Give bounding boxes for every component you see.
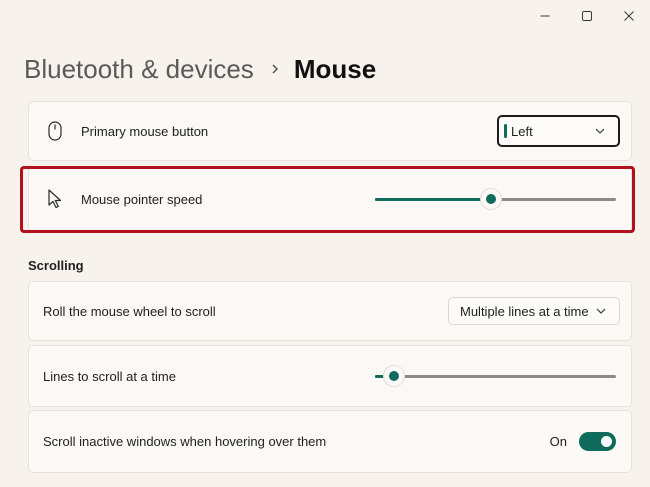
scroll-inactive-windows-label: Scroll inactive windows when hovering ov… (43, 434, 327, 449)
lines-to-scroll-slider[interactable] (375, 366, 616, 386)
primary-mouse-button-row: Primary mouse button Left (28, 101, 632, 161)
lines-to-scroll-label: Lines to scroll at a time (43, 368, 176, 384)
highlight-box (20, 166, 635, 233)
mouse-icon (45, 119, 65, 143)
dropdown-value: Multiple lines at a time (460, 303, 589, 319)
breadcrumb-parent-link[interactable]: Bluetooth & devices (24, 52, 254, 86)
scroll-inactive-windows-row: Scroll inactive windows when hovering ov… (28, 410, 632, 473)
toggle-knob (601, 436, 612, 447)
scroll-inactive-windows-toggle-group: On (550, 432, 616, 451)
slider-track (375, 375, 616, 378)
chevron-right-icon (270, 63, 280, 75)
close-icon (624, 11, 634, 21)
chevron-down-icon (595, 128, 605, 134)
maximize-button[interactable] (566, 0, 608, 32)
minimize-button[interactable] (524, 0, 566, 32)
slider-thumb[interactable] (384, 366, 405, 386)
dropdown-value: Left (511, 123, 533, 139)
window-controls (524, 0, 650, 32)
close-button[interactable] (608, 0, 650, 32)
toggle-state-text: On (549, 434, 567, 449)
primary-mouse-button-label: Primary mouse button (81, 123, 209, 139)
minimize-icon (540, 15, 550, 17)
breadcrumb: Bluetooth & devices Mouse (24, 52, 376, 86)
maximize-icon (582, 11, 592, 21)
roll-wheel-label: Roll the mouse wheel to scroll (43, 303, 216, 319)
roll-wheel-row: Roll the mouse wheel to scroll Multiple … (28, 281, 632, 341)
page-title: Mouse (293, 54, 377, 84)
scrolling-section-title: Scrolling (28, 258, 84, 273)
chevron-down-icon (596, 308, 606, 314)
primary-mouse-button-dropdown[interactable]: Left (497, 115, 620, 147)
roll-wheel-dropdown[interactable]: Multiple lines at a time (448, 297, 620, 325)
scroll-inactive-windows-toggle[interactable] (579, 432, 616, 451)
selection-indicator (504, 124, 507, 138)
lines-to-scroll-row: Lines to scroll at a time (28, 345, 632, 407)
